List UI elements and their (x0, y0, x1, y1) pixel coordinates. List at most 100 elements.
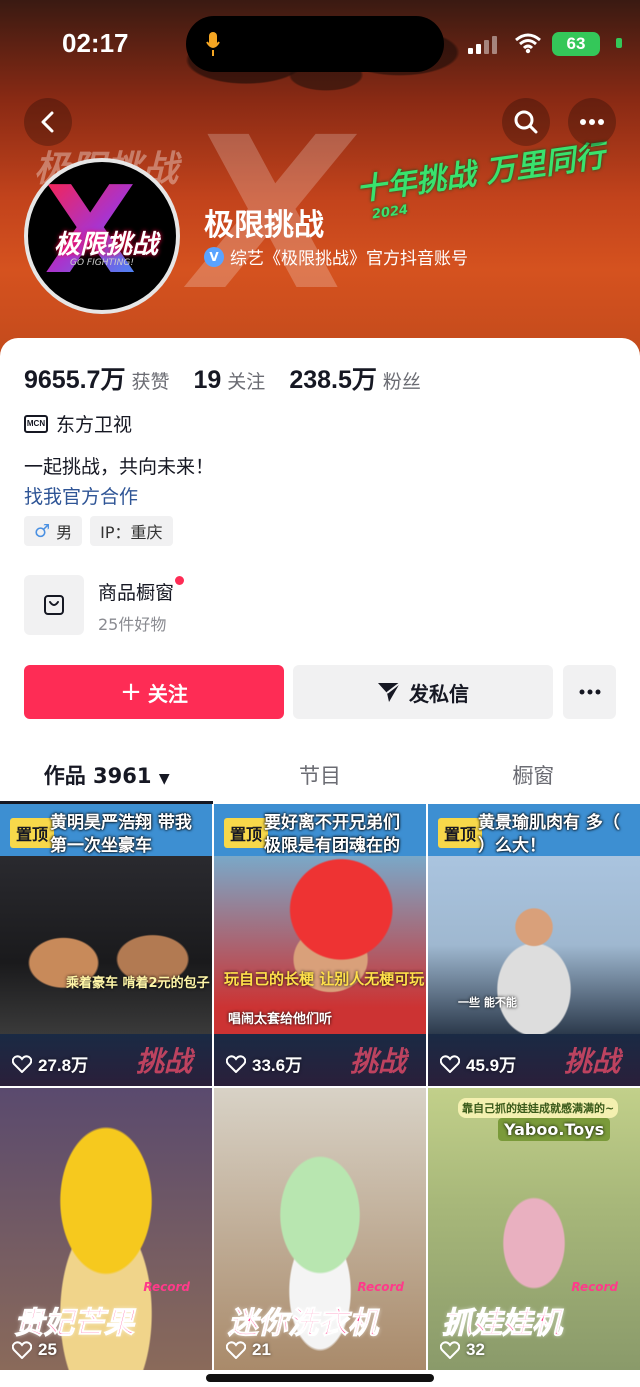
profile-tags: ♂ 男 IP：重庆 (24, 516, 173, 546)
video-caption: 黄明昊严浩翔 带我第一次坐豪车 (50, 813, 192, 856)
profile-card: 9655.7万 获赞 19 关注 238.5万 粉丝 MCN 东方卫视 一起挑战，共向… (0, 338, 640, 1387)
profile-bio: 一起挑战，共向未来！ (24, 456, 215, 478)
video-thumbnail[interactable]: 置顶 要好离不开兄弟们 极限是有团魂在的 玩自己的长梗 让别人无梗可玩 唱闹太套… (214, 804, 426, 1086)
back-button[interactable] (24, 98, 72, 146)
stat-label: 关注 (227, 371, 266, 393)
profile-tabs: 作品 3961 ▼ 节目 橱窗 (0, 750, 640, 804)
avatar-title: 极限挑战 (53, 230, 158, 260)
heart-icon (226, 1341, 246, 1359)
like-count: 27.8万 (12, 1051, 88, 1076)
video-thumbnail[interactable]: 置顶 黄明昊严浩翔 带我第一次坐豪车 乘着豪车 啃着2元的包子 挑战 27.8万 (0, 804, 212, 1086)
follow-button[interactable]: + 关注 (24, 665, 284, 719)
heart-icon (440, 1341, 460, 1359)
like-count-value: 27.8万 (38, 1056, 89, 1075)
heart-icon (440, 1054, 460, 1073)
avatar[interactable]: X 极限挑战 GO FIGHTING! (24, 158, 180, 314)
message-button[interactable]: 发私信 (293, 665, 553, 719)
video-thumbnail[interactable]: 靠自己抓的娃娃成就感满满的~ Yaboo.Toys Record 抓娃娃机 32 (428, 1088, 640, 1370)
record-tag: Record (357, 1280, 404, 1294)
more-horizontal-icon (580, 119, 604, 125)
stat-value: 9655.7万 (24, 366, 126, 394)
profile-name: 极限挑战 (204, 208, 324, 243)
like-count-value: 45.9万 (466, 1056, 517, 1075)
video-inner-text: 唱闹太套给他们听 (228, 1012, 333, 1027)
watermark-logo: 挑战 (135, 1045, 192, 1078)
video-title-overlay: 贵妃芒果 (14, 1306, 135, 1342)
tab-shop[interactable]: 橱窗 (427, 750, 640, 804)
search-icon (514, 110, 538, 134)
like-count-value: 32 (466, 1340, 485, 1359)
like-count: 32 (440, 1340, 485, 1360)
avatar-subtitle: GO FIGHTING! (70, 258, 134, 268)
status-time: 02:17 (62, 28, 129, 58)
video-inner-text: 一些 能不能 (458, 996, 517, 1009)
video-scene (0, 856, 212, 1034)
chevron-left-icon (41, 111, 54, 133)
video-caption: 黄景瑜肌肉有 多（ ）么大！ (478, 813, 620, 856)
tab-programs[interactable]: 节目 (213, 750, 426, 804)
mcn-icon: MCN (24, 414, 48, 433)
shop-title: 商品橱窗 (98, 576, 185, 605)
record-tag: Record (571, 1280, 618, 1294)
video-thumbnail[interactable]: 置顶 黄景瑜肌肉有 多（ ）么大！ 一些 能不能 挑战 45.9万 (428, 804, 640, 1086)
more-options-button[interactable] (568, 98, 616, 146)
heart-icon (12, 1341, 32, 1359)
stat-label: 粉丝 (382, 371, 421, 393)
profile-page: X 极限挑战 十年挑战 万里同行 2024 02:17 6 (0, 0, 640, 1387)
notification-dot (175, 576, 185, 585)
like-count-value: 21 (252, 1340, 271, 1359)
cellular-signal-icon (468, 36, 497, 54)
mcn-row[interactable]: MCN 东方卫视 (24, 410, 132, 437)
video-title-overlay: 抓娃娃机 (442, 1306, 563, 1342)
verified-icon: V (204, 246, 224, 267)
video-title-overlay: 迷你洗衣机 (228, 1306, 379, 1342)
mcn-label: 东方卫视 (56, 414, 133, 436)
stat-value: 238.5万 (289, 366, 377, 394)
watermark-logo: 挑战 (563, 1045, 620, 1078)
battery-indicator: 63 (552, 32, 600, 56)
video-grid: 置顶 黄明昊严浩翔 带我第一次坐豪车 乘着豪车 啃着2元的包子 挑战 27.8万… (0, 804, 640, 1370)
video-banner-text: 靠自己抓的娃娃成就感满满的~ (458, 1098, 619, 1118)
record-tag: Record (143, 1280, 190, 1294)
stat-followers[interactable]: 238.5万 粉丝 (289, 360, 421, 396)
pinned-badge: 置顶 (438, 818, 483, 848)
video-inner-text: 乘着豪车 啃着2元的包子 (66, 976, 210, 991)
tab-works-label: 作品 3961 (43, 764, 152, 788)
shopping-bag-icon (24, 575, 84, 635)
verified-text: 综艺《极限挑战》官方抖音账号 (230, 249, 468, 269)
like-count: 33.6万 (226, 1051, 302, 1076)
dynamic-island (186, 16, 444, 72)
heart-icon (12, 1054, 32, 1073)
wifi-icon (515, 33, 541, 54)
search-button[interactable] (502, 98, 550, 146)
stat-label: 获赞 (131, 371, 170, 393)
brand-label: Yaboo.Toys (498, 1118, 611, 1141)
stat-likes[interactable]: 9655.7万 获赞 (24, 360, 169, 396)
profile-stats: 9655.7万 获赞 19 关注 238.5万 粉丝 (24, 360, 421, 396)
verified-info: V 综艺《极限挑战》官方抖音账号 (204, 244, 468, 269)
send-icon (378, 682, 401, 702)
status-bar: 02:17 63 (0, 0, 640, 88)
tab-works[interactable]: 作品 3961 ▼ (0, 750, 214, 804)
video-thumbnail[interactable]: Record 迷你洗衣机 21 (214, 1088, 426, 1370)
pinned-badge: 置顶 (10, 818, 55, 848)
heart-icon (226, 1054, 246, 1073)
like-count: 21 (226, 1340, 271, 1360)
stat-value: 19 (193, 366, 222, 394)
shop-subtitle: 25件好物 (98, 615, 167, 634)
shop-window-entry[interactable]: 商品橱窗 25件好物 (24, 575, 185, 635)
follow-label: 关注 (147, 681, 188, 706)
video-thumbnail[interactable]: Record 贵妃芒果 25 (0, 1088, 212, 1370)
gender-label: 男 (56, 523, 73, 542)
video-caption: 要好离不开兄弟们 极限是有团魂在的 (264, 813, 400, 856)
home-indicator[interactable] (206, 1374, 434, 1382)
microphone-icon (206, 32, 220, 56)
like-count-value: 25 (38, 1340, 57, 1359)
more-actions-button[interactable] (563, 665, 616, 719)
cooperation-link[interactable]: 找我官方合作 (24, 482, 138, 509)
plus-icon: + (120, 677, 142, 707)
battery-cap (616, 38, 622, 48)
gender-tag: ♂ 男 (24, 516, 83, 546)
ip-location-tag: IP：重庆 (90, 516, 173, 546)
stat-following[interactable]: 19 关注 (193, 366, 265, 395)
